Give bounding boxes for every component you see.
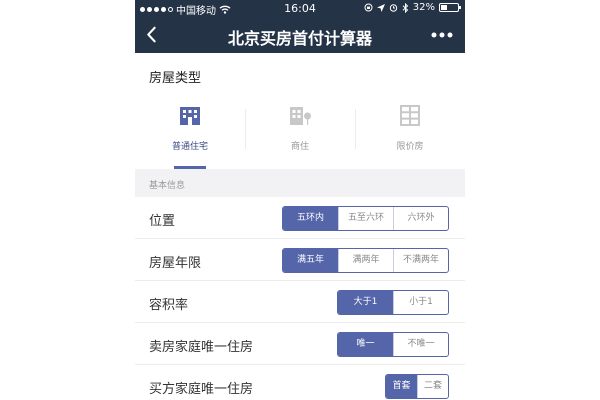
battery-icon (439, 3, 461, 12)
alarm-icon (389, 4, 397, 12)
grid-building-icon (400, 105, 420, 126)
seller-only-home-option[interactable]: 不唯一 (393, 333, 448, 356)
house-type-option-ordinary[interactable]: 普通住宅 (135, 101, 245, 169)
plot-ratio-option[interactable]: 小于1 (393, 291, 448, 314)
house-type-option-commercial[interactable]: 商住 (245, 101, 355, 169)
plot-ratio-row: 容积率 大于1 小于1 (135, 281, 465, 323)
row-label: 房屋年限 (149, 256, 202, 271)
location-option[interactable]: 五至六环 (338, 207, 393, 230)
location-option[interactable]: 六环外 (393, 207, 448, 230)
house-age-row: 房屋年限 满五年 满两年 不满两年 (135, 239, 465, 281)
plot-ratio-option[interactable]: 大于1 (338, 291, 393, 314)
house-type-option-price-limited[interactable]: 限价房 (355, 101, 465, 169)
location-option[interactable]: 五环内 (283, 207, 338, 230)
phone-screen: 中国移动 16:04 32% 北京买房首付计算器 房屋类型 普通住宅 商住 限价… (135, 0, 465, 400)
rotation-lock-icon (364, 3, 373, 12)
house-type-label: 商住 (290, 142, 309, 152)
bluetooth-icon (402, 2, 408, 13)
location-row: 位置 五环内 五至六环 六环外 (135, 197, 465, 239)
plot-ratio-segmented-control: 大于1 小于1 (337, 290, 449, 315)
house-age-segmented-control: 满五年 满两年 不满两年 (282, 248, 449, 273)
buyer-only-home-option[interactable]: 二套 (417, 375, 448, 398)
row-label: 位置 (149, 214, 176, 229)
buyer-only-home-segmented-control: 首套 二套 (385, 374, 449, 399)
house-type-label: 限价房 (396, 142, 424, 152)
status-bar-right: 32% (364, 2, 461, 13)
more-dots-icon[interactable] (431, 32, 453, 38)
page-title: 北京买房首付计算器 (227, 29, 372, 48)
location-segmented-control: 五环内 五至六环 六环外 (282, 206, 449, 231)
navigation-bar: 北京买房首付计算器 (135, 17, 465, 53)
house-age-option[interactable]: 满两年 (338, 249, 393, 272)
seller-only-home-option[interactable]: 唯一 (338, 333, 393, 356)
apartment-building-icon (180, 107, 200, 125)
house-type-label: 普通住宅 (171, 142, 208, 152)
buyer-only-home-option[interactable]: 首套 (386, 375, 417, 398)
status-bar: 中国移动 16:04 32% (135, 0, 465, 17)
building-tree-icon (290, 107, 311, 125)
house-age-option[interactable]: 满五年 (283, 249, 338, 272)
house-type-title: 房屋类型 (149, 71, 202, 86)
house-age-option[interactable]: 不满两年 (393, 249, 448, 272)
location-arrow-icon (376, 3, 385, 12)
house-type-card: 房屋类型 普通住宅 商住 限价房 (135, 53, 465, 169)
row-label: 卖房家庭唯一住房 (149, 340, 254, 355)
battery-percent: 32% (412, 2, 435, 13)
row-label: 容积率 (149, 298, 189, 313)
seller-only-home-segmented-control: 唯一 不唯一 (337, 332, 449, 357)
buyer-only-home-row: 买方家庭唯一住房 首套 二套 (135, 365, 465, 400)
seller-only-home-row: 卖房家庭唯一住房 唯一 不唯一 (135, 323, 465, 365)
row-label: 买方家庭唯一住房 (149, 382, 254, 397)
section-header: 基本信息 (135, 169, 465, 197)
house-type-options: 普通住宅 商住 限价房 (135, 101, 465, 169)
